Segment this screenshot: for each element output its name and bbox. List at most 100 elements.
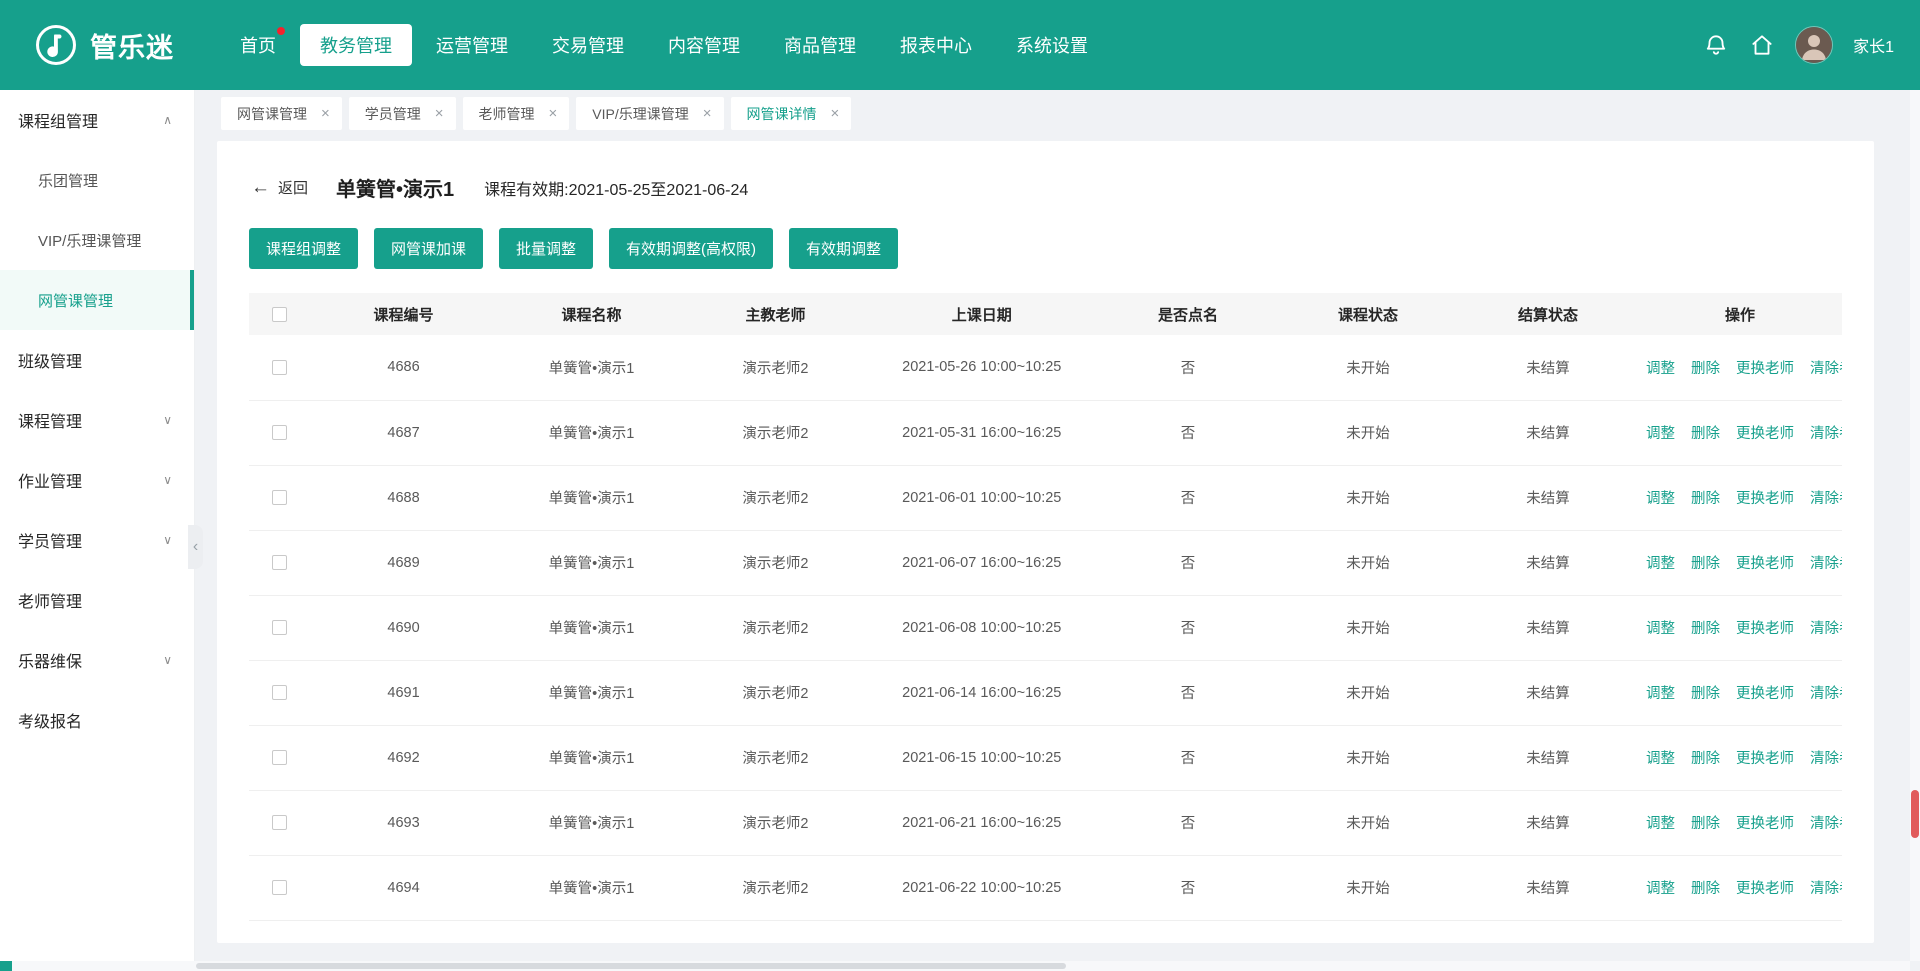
sidebar-subitem-vip-theory-mgmt[interactable]: VIP/乐理课管理 (0, 210, 194, 270)
row-action-change-teacher[interactable]: 更换老师 (1736, 491, 1794, 507)
sidebar-item-student-mgmt[interactable]: 学员管理∨ (0, 510, 194, 570)
nav-academic-mgmt[interactable]: 教务管理 (300, 24, 412, 66)
close-icon[interactable]: × (321, 106, 330, 121)
row-action-change-teacher[interactable]: 更换老师 (1736, 621, 1794, 637)
table-row: 4688 单簧管•演示1 演示老师2 2021-06-01 10:00~10:2… (249, 465, 1842, 530)
row-checkbox[interactable] (272, 490, 287, 505)
row-checkbox[interactable] (272, 620, 287, 635)
tab-student-mgmt[interactable]: 学员管理× (349, 97, 456, 130)
row-action-change-teacher[interactable]: 更换老师 (1736, 816, 1794, 832)
row-action-clear-attendance[interactable]: 清除考勤 (1810, 621, 1842, 637)
tab-online-course-mgmt[interactable]: 网管课管理× (221, 97, 342, 130)
cell-course-status: 未开始 (1278, 335, 1458, 400)
row-action-adjust[interactable]: 调整 (1646, 361, 1675, 377)
row-action-change-teacher[interactable]: 更换老师 (1736, 361, 1794, 377)
row-action-adjust[interactable]: 调整 (1646, 881, 1675, 897)
course-group-adjust-button[interactable]: 课程组调整 (249, 228, 358, 269)
close-icon[interactable]: × (703, 106, 712, 121)
sidebar-item-course-mgmt[interactable]: 课程管理∨ (0, 390, 194, 450)
row-action-clear-attendance[interactable]: 清除考勤 (1810, 361, 1842, 377)
vertical-scrollbar[interactable] (1910, 90, 1920, 961)
row-action-adjust[interactable]: 调整 (1646, 491, 1675, 507)
row-action-clear-attendance[interactable]: 清除考勤 (1810, 426, 1842, 442)
row-action-delete[interactable]: 删除 (1691, 361, 1720, 377)
tab-vip-theory-mgmt[interactable]: VIP/乐理课管理× (576, 97, 723, 130)
select-all-checkbox[interactable] (272, 307, 287, 322)
row-action-change-teacher[interactable]: 更换老师 (1736, 426, 1794, 442)
tab-teacher-mgmt[interactable]: 老师管理× (463, 97, 570, 130)
row-checkbox[interactable] (272, 555, 287, 570)
row-action-adjust[interactable]: 调整 (1646, 621, 1675, 637)
brand[interactable]: 管乐迷 (0, 23, 196, 67)
nav-content-mgmt[interactable]: 内容管理 (648, 24, 760, 66)
row-action-clear-attendance[interactable]: 清除考勤 (1810, 491, 1842, 507)
sidebar-item-exam-registration[interactable]: 考级报名 (0, 690, 194, 750)
action-buttons-row: 课程组调整网管课加课批量调整有效期调整(高权限) 有效期调整 (249, 228, 1842, 269)
row-action-change-teacher[interactable]: 更换老师 (1736, 686, 1794, 702)
row-action-change-teacher[interactable]: 更换老师 (1736, 556, 1794, 572)
row-action-delete[interactable]: 删除 (1691, 816, 1720, 832)
horizontal-scrollbar[interactable] (0, 961, 1910, 971)
sidebar-subitem-online-course-mgmt[interactable]: 网管课管理 (0, 270, 194, 330)
sidebar-subitem-orchestra-mgmt[interactable]: 乐团管理 (0, 150, 194, 210)
close-icon[interactable]: × (549, 106, 558, 121)
validity-adjust-high-perm-button[interactable]: 有效期调整(高权限) (609, 228, 773, 269)
nav-home[interactable]: 首页 (220, 24, 296, 66)
sidebar-item-instrument-maintenance[interactable]: 乐器维保∨ (0, 630, 194, 690)
row-action-delete[interactable]: 删除 (1691, 556, 1720, 572)
cell-course-id: 4689 (310, 530, 498, 595)
nav-operations-mgmt[interactable]: 运营管理 (416, 24, 528, 66)
row-action-delete[interactable]: 删除 (1691, 426, 1720, 442)
row-action-delete[interactable]: 删除 (1691, 686, 1720, 702)
cell-course-status: 未开始 (1278, 530, 1458, 595)
back-button[interactable]: ← 返回 (251, 177, 308, 198)
add-online-course-button[interactable]: 网管课加课 (374, 228, 483, 269)
tab-online-course-detail[interactable]: 网管课详情× (731, 97, 852, 130)
avatar[interactable] (1795, 26, 1833, 64)
cell-date: 2021-06-08 10:00~10:25 (865, 595, 1098, 660)
row-action-clear-attendance[interactable]: 清除考勤 (1810, 556, 1842, 572)
validity-adjust-button[interactable]: 有效期调整 (789, 228, 898, 269)
vertical-scrollbar-thumb[interactable] (1911, 790, 1919, 838)
close-icon[interactable]: × (435, 106, 444, 121)
sidebar-collapse-handle[interactable]: ‹ (188, 525, 203, 569)
row-action-change-teacher[interactable]: 更换老师 (1736, 751, 1794, 767)
row-action-clear-attendance[interactable]: 清除考勤 (1810, 751, 1842, 767)
horizontal-scrollbar-thumb[interactable] (196, 963, 1066, 969)
row-checkbox[interactable] (272, 815, 287, 830)
row-action-adjust[interactable]: 调整 (1646, 816, 1675, 832)
row-checkbox[interactable] (272, 360, 287, 375)
row-checkbox[interactable] (272, 750, 287, 765)
row-action-delete[interactable]: 删除 (1691, 621, 1720, 637)
cell-course-id: 4693 (310, 790, 498, 855)
sidebar-item-homework-mgmt[interactable]: 作业管理∨ (0, 450, 194, 510)
row-action-adjust[interactable]: 调整 (1646, 556, 1675, 572)
sidebar-item-teacher-mgmt[interactable]: 老师管理 (0, 570, 194, 630)
column-header-5: 课程状态 (1278, 293, 1458, 335)
sidebar-item-class-mgmt[interactable]: 班级管理 (0, 330, 194, 390)
nav-system-settings[interactable]: 系统设置 (996, 24, 1108, 66)
row-checkbox[interactable] (272, 880, 287, 895)
row-checkbox[interactable] (272, 685, 287, 700)
row-action-adjust[interactable]: 调整 (1646, 751, 1675, 767)
close-icon[interactable]: × (831, 106, 840, 121)
row-action-clear-attendance[interactable]: 清除考勤 (1810, 816, 1842, 832)
column-header-4: 是否点名 (1098, 293, 1278, 335)
row-action-clear-attendance[interactable]: 清除考勤 (1810, 686, 1842, 702)
row-action-change-teacher[interactable]: 更换老师 (1736, 881, 1794, 897)
row-action-delete[interactable]: 删除 (1691, 491, 1720, 507)
row-action-adjust[interactable]: 调整 (1646, 686, 1675, 702)
sidebar-item-course-group-mgmt[interactable]: 课程组管理∧ (0, 90, 194, 150)
row-checkbox[interactable] (272, 425, 287, 440)
nav-goods-mgmt[interactable]: 商品管理 (764, 24, 876, 66)
row-action-adjust[interactable]: 调整 (1646, 426, 1675, 442)
row-action-delete[interactable]: 删除 (1691, 881, 1720, 897)
nav-trade-mgmt[interactable]: 交易管理 (532, 24, 644, 66)
notifications-bell-icon[interactable] (1703, 32, 1729, 58)
column-header-1: 课程名称 (498, 293, 686, 335)
home-icon[interactable] (1749, 32, 1775, 58)
batch-adjust-button[interactable]: 批量调整 (499, 228, 593, 269)
row-action-delete[interactable]: 删除 (1691, 751, 1720, 767)
nav-report-center[interactable]: 报表中心 (880, 24, 992, 66)
row-action-clear-attendance[interactable]: 清除考勤 (1810, 881, 1842, 897)
